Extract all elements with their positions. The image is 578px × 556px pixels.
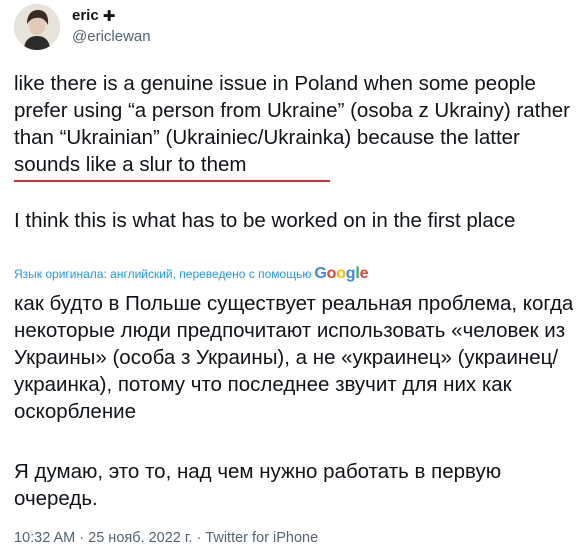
avatar[interactable] — [14, 4, 60, 50]
plus-cross-icon: ✚ — [102, 7, 116, 25]
user-handle[interactable]: @ericlewan — [72, 28, 151, 46]
tweet-header: eric ✚ @ericlewan — [14, 4, 151, 54]
red-underline-annotation — [14, 180, 330, 182]
translation-note[interactable]: Язык оригинала: английский, переведено с… — [14, 266, 368, 282]
translation-note-text: Язык оригинала: английский, переведено с… — [14, 267, 312, 281]
translated-paragraph-1: как будто в Польше существует реальная п… — [14, 292, 574, 423]
tweet: eric ✚ @ericlewan like there is a genuin… — [0, 0, 578, 556]
author-names: eric ✚ @ericlewan — [72, 7, 151, 46]
original-paragraph-1: like there is a genuine issue in Poland … — [14, 72, 576, 176]
tweet-timestamp[interactable]: 10:32 AM · 25 нояб. 2022 г. · Twitter fo… — [14, 530, 318, 546]
display-name-text: eric — [72, 7, 99, 24]
google-logo: Google — [314, 265, 369, 282]
original-paragraph-2: I think this is what has to be worked on… — [14, 209, 516, 232]
display-name[interactable]: eric ✚ — [72, 7, 151, 25]
translated-paragraph-2: Я думаю, это то, над чем нужно работать … — [14, 460, 507, 510]
